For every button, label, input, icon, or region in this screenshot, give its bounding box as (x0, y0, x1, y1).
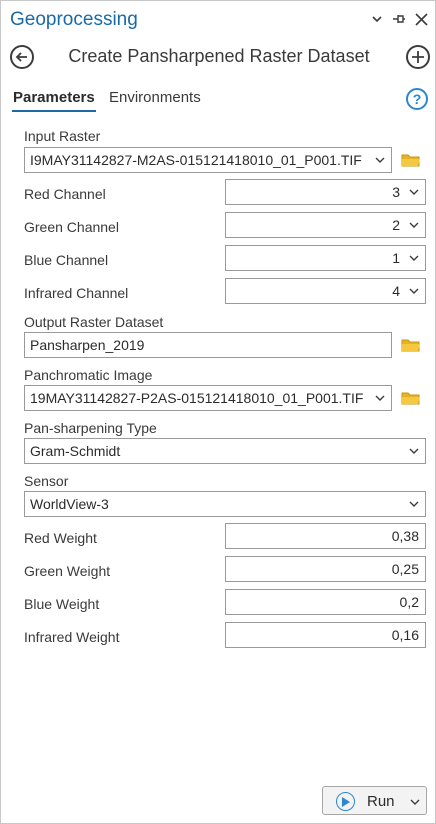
folder-icon[interactable] (401, 152, 421, 168)
add-icon[interactable] (406, 45, 430, 69)
chevron-down-icon (375, 395, 385, 401)
chevron-down-icon (375, 157, 385, 163)
red-weight-input[interactable]: 0,38 (225, 523, 426, 549)
folder-icon[interactable] (401, 337, 421, 353)
blue-channel-label: Blue Channel (24, 252, 109, 268)
tab-bar: Parameters Environments ? (1, 85, 436, 113)
title-bar: Geoprocessing (1, 1, 436, 39)
input-raster-value: I9MAY31142827-M2AS-015121418010_01_P001.… (30, 152, 362, 168)
chevron-down-icon (409, 501, 419, 507)
infrared-weight-value: 0,16 (391, 627, 419, 643)
sensor-value: WorldView-3 (30, 496, 109, 512)
red-channel-dropdown[interactable]: 3 (225, 179, 426, 205)
panchromatic-image-dropdown[interactable]: 19MAY31142827-P2AS-015121418010_01_P001.… (24, 385, 392, 411)
chevron-down-icon[interactable] (369, 11, 385, 27)
chevron-down-icon (409, 288, 419, 294)
play-icon (336, 792, 355, 811)
infrared-weight-label: Infrared Weight (24, 629, 120, 645)
pansharpening-type-dropdown[interactable]: Gram-Schmidt (24, 438, 426, 464)
infrared-channel-dropdown[interactable]: 4 (225, 278, 426, 304)
geoprocessing-pane: Geoprocessing Create Pansharpened Raster… (0, 0, 436, 824)
input-raster-label: Input Raster (24, 128, 101, 144)
output-raster-input[interactable]: Pansharpen_2019 (24, 332, 392, 358)
input-raster-dropdown[interactable]: I9MAY31142827-M2AS-015121418010_01_P001.… (24, 147, 392, 173)
pansharpening-type-label: Pan-sharpening Type (24, 420, 157, 436)
chevron-down-icon (409, 448, 419, 454)
tool-title: Create Pansharpened Raster Dataset (68, 46, 370, 66)
red-channel-label: Red Channel (24, 186, 106, 202)
green-weight-label: Green Weight (24, 563, 111, 579)
pansharpening-type-value: Gram-Schmidt (30, 443, 121, 459)
red-weight-label: Red Weight (24, 530, 97, 546)
infrared-channel-label: Infrared Channel (24, 285, 129, 301)
chevron-down-icon (409, 222, 419, 228)
pane-title: Geoprocessing (10, 9, 138, 30)
panchromatic-image-value: 19MAY31142827-P2AS-015121418010_01_P001.… (30, 390, 364, 406)
tool-header: Create Pansharpened Raster Dataset (1, 39, 436, 75)
red-weight-value: 0,38 (391, 528, 419, 544)
chevron-down-icon[interactable] (410, 797, 420, 807)
close-icon[interactable] (413, 11, 429, 27)
infrared-weight-input[interactable]: 0,16 (225, 622, 426, 648)
help-icon[interactable]: ? (406, 88, 428, 110)
blue-weight-label: Blue Weight (24, 596, 100, 612)
active-tab-indicator (12, 110, 96, 112)
chevron-down-icon (409, 189, 419, 195)
blue-weight-value: 0,2 (399, 594, 419, 610)
green-channel-label: Green Channel (24, 219, 119, 235)
pin-icon[interactable] (391, 11, 407, 27)
green-weight-value: 0,25 (391, 561, 419, 577)
red-channel-value: 3 (392, 184, 400, 200)
panchromatic-image-label: Panchromatic Image (24, 367, 153, 383)
blue-channel-dropdown[interactable]: 1 (225, 245, 426, 271)
output-raster-value: Pansharpen_2019 (30, 337, 145, 353)
green-weight-input[interactable]: 0,25 (225, 556, 426, 582)
blue-channel-value: 1 (392, 250, 400, 266)
chevron-down-icon (409, 255, 419, 261)
run-button[interactable]: Run (322, 786, 427, 815)
tab-parameters[interactable]: Parameters (13, 89, 95, 106)
green-channel-dropdown[interactable]: 2 (225, 212, 426, 238)
folder-icon[interactable] (401, 390, 421, 406)
sensor-dropdown[interactable]: WorldView-3 (24, 491, 426, 517)
sensor-label: Sensor (24, 473, 69, 489)
blue-weight-input[interactable]: 0,2 (225, 589, 426, 615)
run-label: Run (367, 793, 395, 810)
back-arrow-icon[interactable] (10, 45, 34, 69)
tab-environments[interactable]: Environments (109, 89, 201, 106)
infrared-channel-value: 4 (392, 283, 400, 299)
green-channel-value: 2 (392, 217, 400, 233)
output-raster-label: Output Raster Dataset (24, 314, 164, 330)
